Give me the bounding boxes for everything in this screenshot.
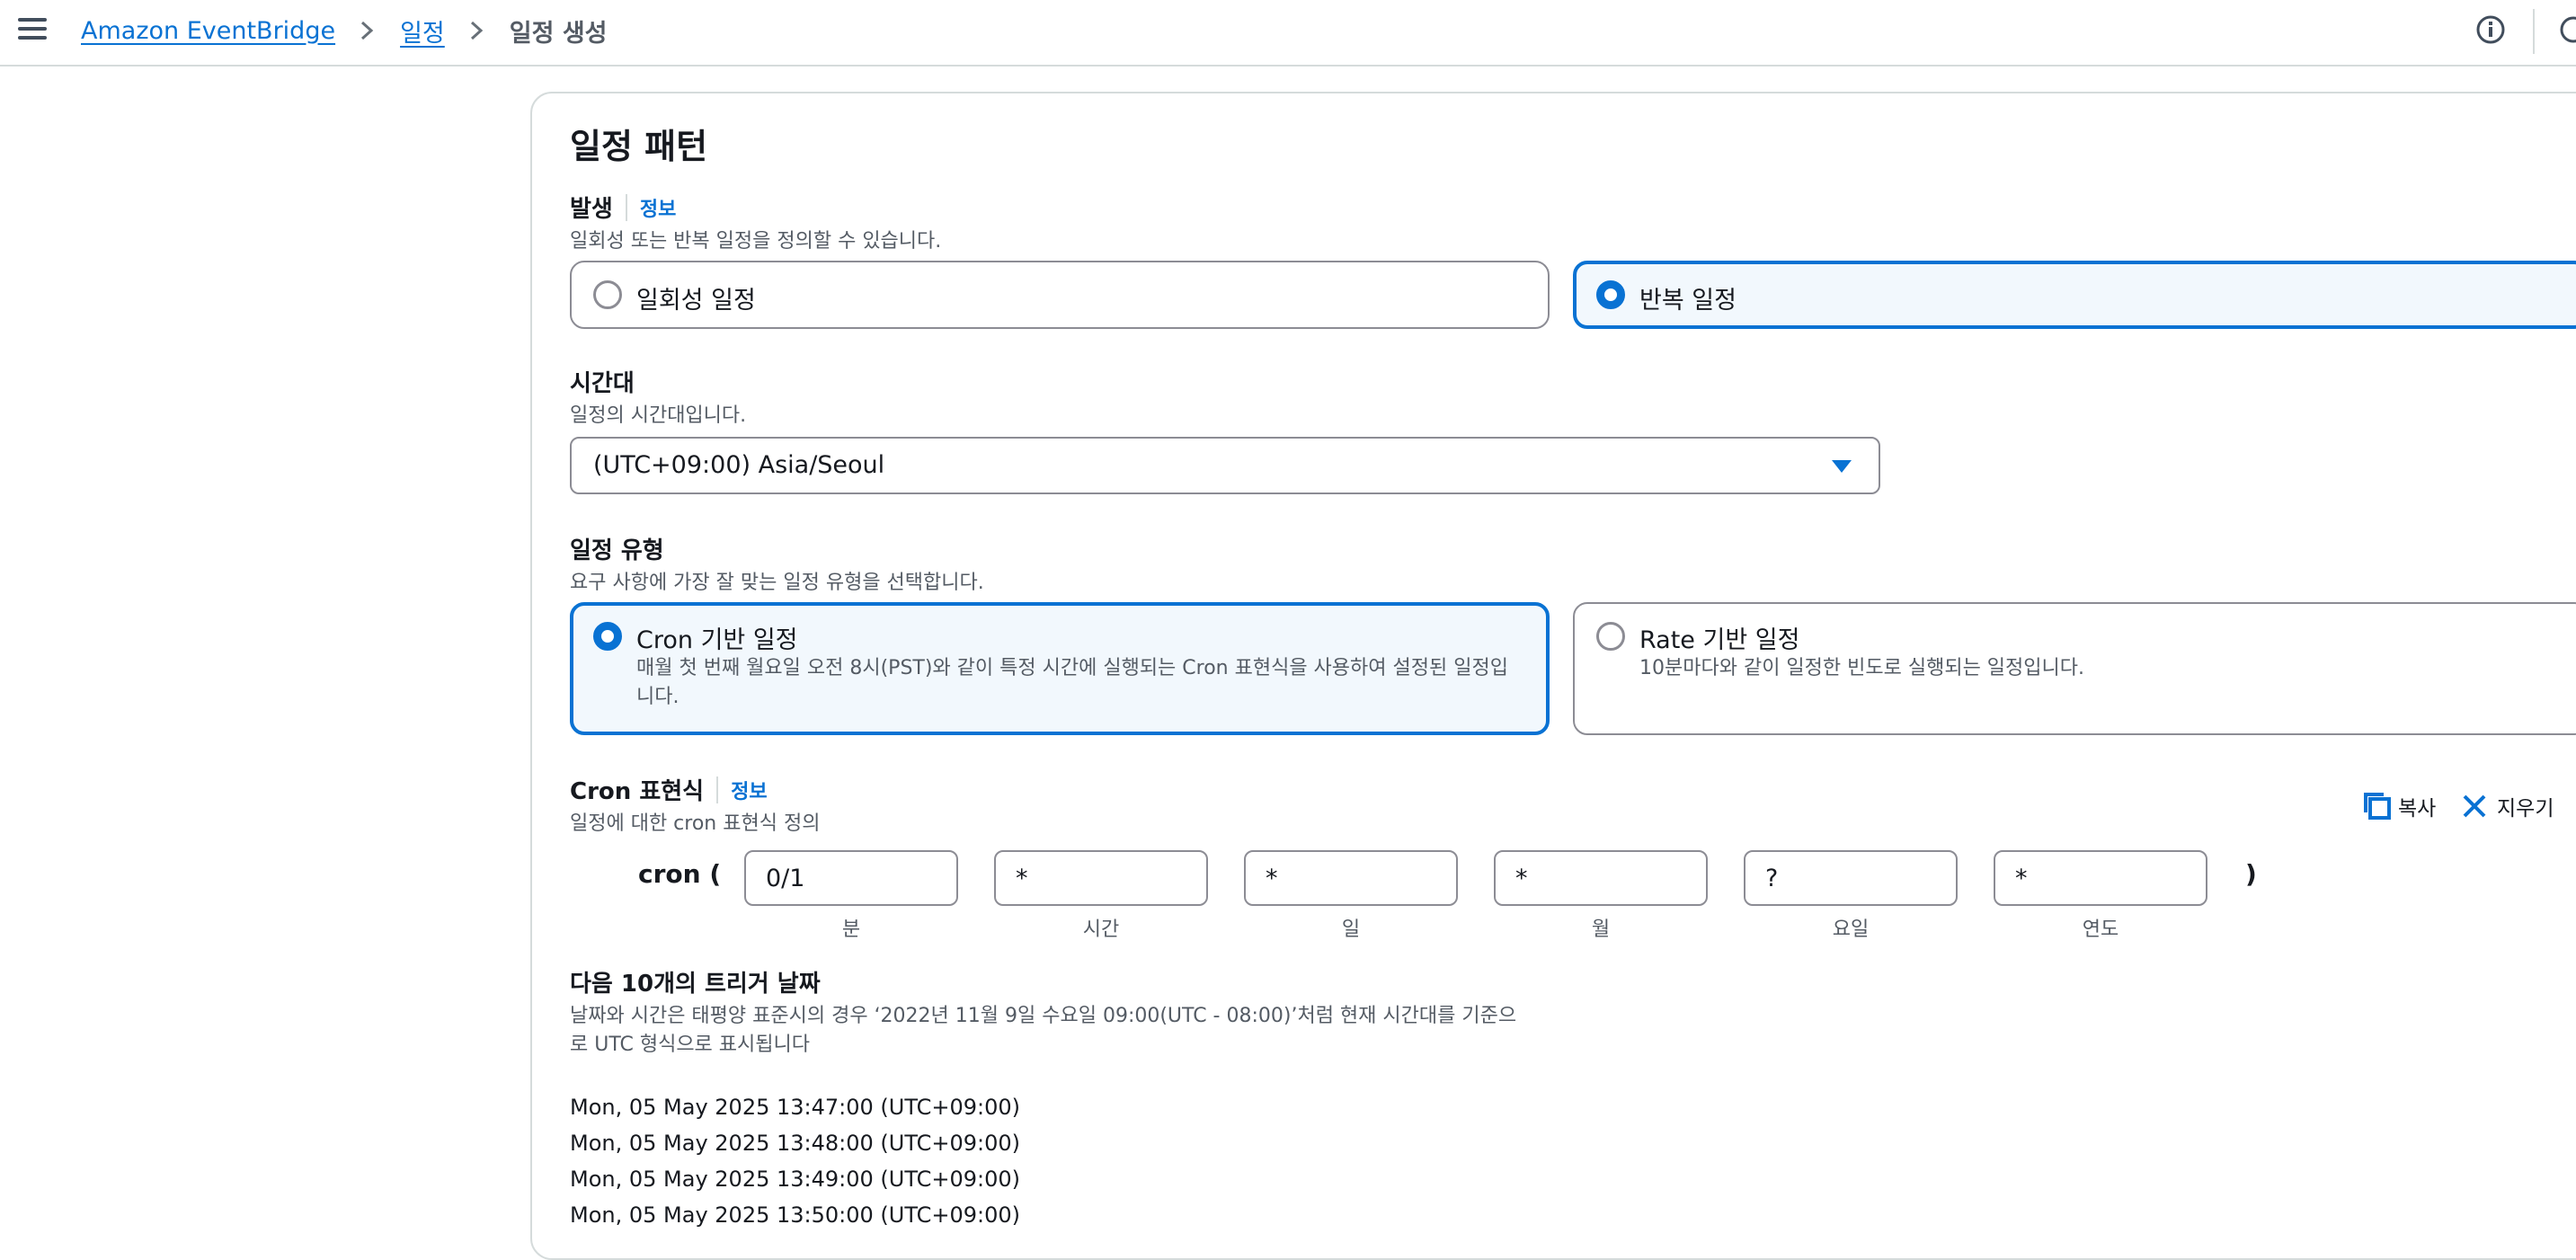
top-navigation-bar: Amazon EventBridge 일정 일정 생성 bbox=[0, 0, 2576, 67]
caret-down-icon bbox=[1832, 460, 1852, 473]
info-circle-icon[interactable] bbox=[2475, 14, 2506, 45]
settings-icon[interactable] bbox=[2558, 14, 2576, 45]
cron-year-caption: 연도 bbox=[2082, 918, 2119, 941]
trigger-date-item: Mon, 05 May 2025 13:48:00 (UTC+09:00) bbox=[570, 1131, 1020, 1156]
cron-prefix: cron ( bbox=[638, 859, 722, 889]
cron-year-input[interactable] bbox=[1994, 850, 2207, 906]
copy-label: 복사 bbox=[2398, 797, 2437, 821]
timezone-value: (UTC+09:00) Asia/Seoul bbox=[593, 451, 885, 479]
cron-schedule-option[interactable]: Cron 기반 일정 매월 첫 번째 월요일 오전 8시(PST)와 같이 특정… bbox=[570, 602, 1550, 735]
breadcrumb-current: 일정 생성 bbox=[509, 19, 608, 48]
breadcrumb-eventbridge[interactable]: Amazon EventBridge bbox=[81, 17, 335, 45]
cron-day-of-month-input[interactable] bbox=[1244, 850, 1458, 906]
cron-day-of-week-input[interactable] bbox=[1744, 850, 1958, 906]
trigger-date-item: Mon, 05 May 2025 13:49:00 (UTC+09:00) bbox=[570, 1167, 1020, 1192]
schedule-type-label: 일정 유형 bbox=[570, 537, 664, 564]
cron-minutes-caption: 분 bbox=[841, 918, 861, 941]
rate-schedule-option[interactable]: Rate 기반 일정 10분마다와 같이 일정한 빈도로 실행되는 일정입니다. bbox=[1573, 602, 2576, 735]
cron-suffix: ) bbox=[2245, 859, 2257, 889]
trigger-dates-label: 다음 10개의 트리거 날짜 bbox=[570, 971, 821, 998]
radio-selected-icon[interactable] bbox=[593, 622, 622, 651]
cron-hours-input[interactable] bbox=[994, 850, 1208, 906]
cron-schedule-description-1: 매월 첫 번째 월요일 오전 8시(PST)와 같이 특정 시간에 실행되는 C… bbox=[636, 657, 1508, 679]
trigger-date-item: Mon, 05 May 2025 13:50:00 (UTC+09:00) bbox=[570, 1202, 1020, 1228]
recurring-schedule-option[interactable]: 반복 일정 bbox=[1573, 261, 2576, 329]
trigger-dates-description-2: 로 UTC 형식으로 표시됩니다 bbox=[570, 1034, 810, 1056]
cron-month-input[interactable] bbox=[1494, 850, 1708, 906]
cron-hours-caption: 시간 bbox=[1082, 918, 1120, 941]
trigger-date-item: Mon, 05 May 2025 13:47:00 (UTC+09:00) bbox=[570, 1095, 1020, 1120]
occurrence-label: 발생 bbox=[570, 196, 613, 223]
rate-schedule-title: Rate 기반 일정 bbox=[1639, 626, 1800, 654]
breadcrumb-schedules[interactable]: 일정 bbox=[400, 13, 445, 49]
trigger-dates-description-1: 날짜와 시간은 태평양 표준시의 경우 ‘2022년 11월 9일 수요일 09… bbox=[570, 1005, 1517, 1027]
occurrence-info-link[interactable]: 정보 bbox=[640, 193, 676, 222]
recurring-schedule-label: 반복 일정 bbox=[1639, 287, 1737, 315]
menu-icon[interactable] bbox=[18, 18, 47, 43]
cron-label-row: Cron 표현식 정보 bbox=[570, 773, 768, 806]
card-title: 일정 패턴 bbox=[570, 127, 708, 166]
clear-button[interactable]: 지우기 bbox=[2461, 791, 2554, 821]
timezone-label: 시간대 bbox=[570, 370, 635, 397]
timezone-select[interactable]: (UTC+09:00) Asia/Seoul bbox=[570, 437, 1880, 494]
schedule-type-description: 요구 사항에 가장 잘 맞는 일정 유형을 선택합니다. bbox=[570, 572, 984, 594]
occurrence-description: 일회성 또는 반복 일정을 정의할 수 있습니다. bbox=[570, 230, 942, 253]
chevron-right-icon bbox=[361, 21, 374, 40]
radio-icon[interactable] bbox=[1596, 622, 1625, 651]
divider bbox=[716, 776, 719, 803]
close-icon bbox=[2463, 794, 2486, 818]
clear-label: 지우기 bbox=[2497, 797, 2554, 821]
one-time-schedule-label: 일회성 일정 bbox=[636, 287, 756, 315]
cron-month-caption: 월 bbox=[1591, 918, 1611, 941]
rate-schedule-description: 10분마다와 같이 일정한 빈도로 실행되는 일정입니다. bbox=[1639, 657, 2084, 679]
divider bbox=[625, 193, 627, 221]
radio-selected-icon[interactable] bbox=[1596, 280, 1625, 309]
copy-button[interactable]: 복사 bbox=[2362, 791, 2436, 821]
cron-schedule-description-2: 니다. bbox=[636, 686, 680, 708]
schedule-pattern-card: 일정 패턴 발생 정보 일회성 또는 반복 일정을 정의할 수 있습니다. 일회… bbox=[530, 92, 2576, 1260]
topbar-divider bbox=[2533, 9, 2535, 54]
copy-icon bbox=[2364, 793, 2391, 820]
occurrence-label-row: 발생 정보 bbox=[570, 191, 676, 224]
cron-day-of-week-caption: 요일 bbox=[1832, 918, 1870, 941]
timezone-description: 일정의 시간대입니다. bbox=[570, 404, 747, 427]
cron-schedule-title: Cron 기반 일정 bbox=[636, 626, 798, 654]
breadcrumb: Amazon EventBridge 일정 일정 생성 bbox=[81, 13, 608, 49]
one-time-schedule-option[interactable]: 일회성 일정 bbox=[570, 261, 1550, 329]
chevron-right-icon bbox=[470, 21, 484, 40]
cron-minutes-input[interactable] bbox=[744, 850, 958, 906]
cron-info-link[interactable]: 정보 bbox=[731, 776, 767, 804]
cron-expression-description: 일정에 대한 cron 표현식 정의 bbox=[570, 812, 821, 835]
radio-icon[interactable] bbox=[593, 280, 622, 309]
cron-day-of-month-caption: 일 bbox=[1341, 918, 1361, 941]
cron-expression-label: Cron 표현식 bbox=[570, 778, 705, 805]
